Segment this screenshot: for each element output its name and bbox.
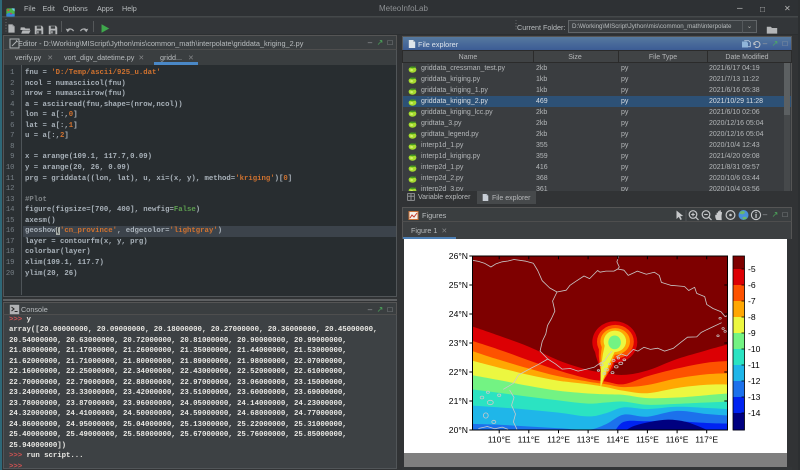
svg-text:-5: -5 [748,264,756,274]
svg-text:25°N: 25°N [449,280,468,290]
svg-text:115°E: 115°E [636,435,659,445]
svg-text:23°N: 23°N [449,338,468,348]
svg-text:-13: -13 [748,392,761,402]
svg-text:114°E: 114°E [606,435,629,445]
svg-text:110°E: 110°E [488,435,511,445]
svg-text:21°N: 21°N [449,396,468,406]
svg-text:20°N: 20°N [449,425,468,435]
svg-text:22°N: 22°N [449,367,468,377]
svg-text:-9: -9 [748,328,756,338]
svg-text:-7: -7 [748,296,756,306]
svg-text:117°E: 117°E [695,435,718,445]
svg-text:-12: -12 [748,376,761,386]
svg-text:113°E: 113°E [577,435,600,445]
svg-text:-6: -6 [748,280,756,290]
svg-text:-8: -8 [748,312,756,322]
svg-text:-11: -11 [748,360,760,370]
svg-text:112°E: 112°E [547,435,570,445]
svg-text:-10: -10 [748,344,761,354]
svg-text:111°E: 111°E [518,435,540,445]
svg-text:-14: -14 [748,408,761,418]
svg-text:24°N: 24°N [449,309,468,319]
svg-text:116°E: 116°E [666,435,689,445]
svg-text:26°N: 26°N [449,251,468,261]
